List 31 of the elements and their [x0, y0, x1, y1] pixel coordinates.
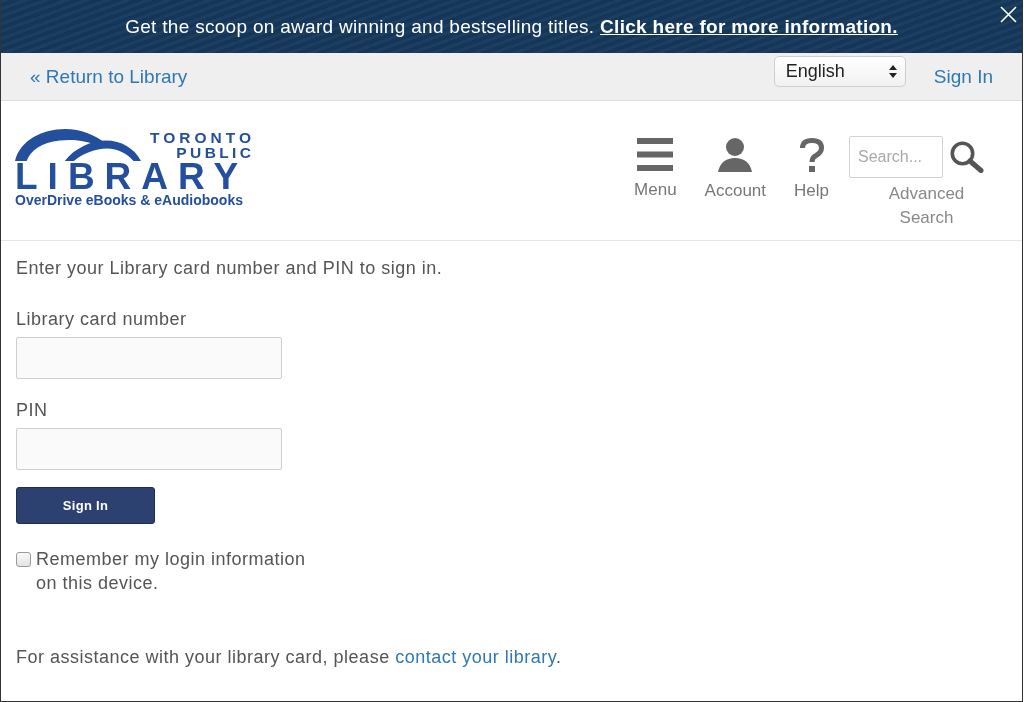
- close-icon[interactable]: [1000, 6, 1017, 23]
- menu-link[interactable]: Menu: [620, 136, 691, 201]
- logo-wordmark: LIBRARY: [15, 161, 249, 192]
- language-select[interactable]: English: [773, 56, 906, 87]
- input-field[interactable]: [16, 337, 282, 379]
- field-label: PIN: [16, 399, 48, 422]
- contact-link[interactable]: contact your library: [395, 647, 556, 667]
- question-mark-icon: [798, 138, 825, 172]
- checkbox[interactable]: [16, 552, 31, 567]
- banner-link[interactable]: Click here for more information.: [600, 15, 898, 37]
- account-link[interactable]: Account: [690, 136, 781, 202]
- advanced-search-link[interactable]: Advanced Search: [876, 182, 977, 230]
- return-link[interactable]: « Return to Library: [30, 65, 188, 88]
- remember-label: Remember my login information on this device.: [36, 548, 307, 595]
- search-icon[interactable]: [950, 141, 984, 173]
- logo-subtitle: OverDrive eBooks & eAudiobooks: [15, 192, 244, 209]
- menu-icon: [637, 138, 674, 171]
- instruction-text: Enter your Library card number and PIN to sign in.: [16, 257, 443, 280]
- banner-text: Get the scoop on award winning and bestselling titles. Click here for more information.: [125, 15, 898, 38]
- logo-text: PUBLIC: [176, 145, 255, 161]
- sign-in-button[interactable]: Sign In: [16, 487, 155, 524]
- logo-arches-icon: [15, 128, 141, 161]
- caret-icon: [888, 65, 897, 78]
- search-field[interactable]: Search...: [849, 136, 943, 178]
- help-link[interactable]: Help: [780, 136, 843, 202]
- help-text: For assistance with your library card, please contact your library.: [16, 646, 562, 669]
- person-icon: [718, 138, 753, 172]
- input-field[interactable]: [16, 428, 282, 470]
- field-label: Library card number: [16, 308, 187, 331]
- sign-in-link[interactable]: Sign In: [933, 65, 993, 88]
- logo-text: TORONTO: [150, 130, 255, 145]
